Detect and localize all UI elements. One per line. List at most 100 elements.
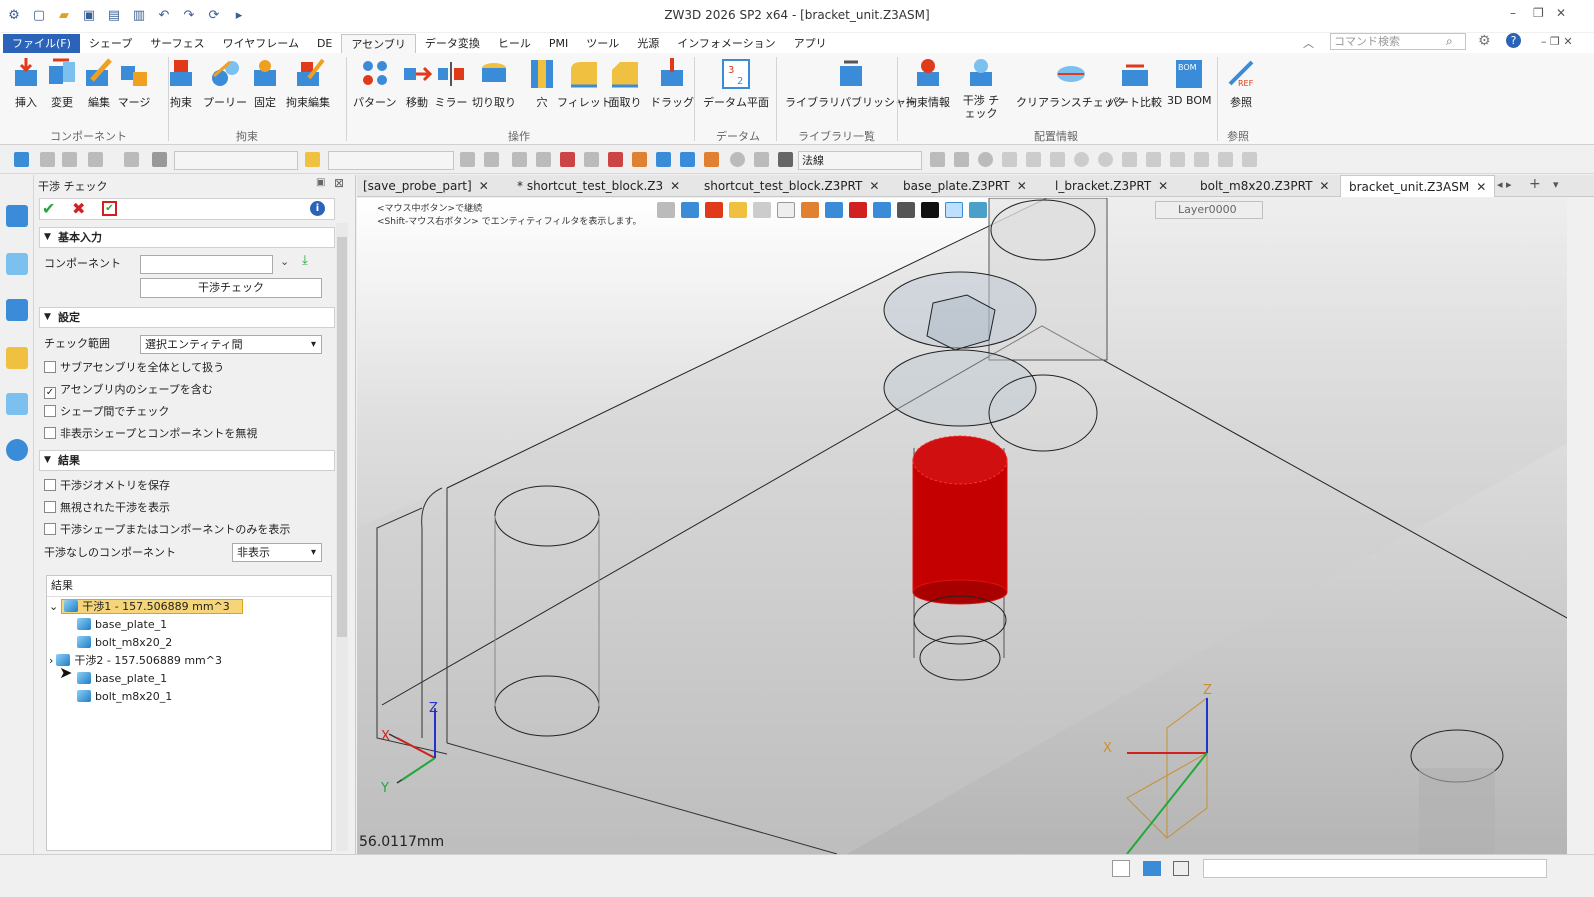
history-manager-icon[interactable] [6,253,28,275]
menu-file[interactable]: ファイル(F) [3,34,80,53]
lasso-icon[interactable] [124,152,139,167]
restore-icon[interactable]: ❐ [1533,6,1544,20]
filter-icon[interactable] [152,152,167,167]
menu-data-convert[interactable]: データ変換 [416,34,489,53]
option-show-only-interfering[interactable]: 干渉シェープまたはコンポーネントのみを表示 [44,521,290,539]
toolbar-icon[interactable] [484,152,499,167]
info-icon[interactable]: i [310,201,325,216]
fillet-button[interactable]: フィレット [557,56,612,110]
checkbox-show-only-interfering[interactable] [44,523,56,535]
results-section[interactable]: 結果 [39,450,335,471]
toolbar-icon[interactable] [1146,152,1161,167]
option-include-shapes[interactable]: ✓ アセンブリ内のシェープを含む [44,381,213,399]
toolbar-icon[interactable] [460,152,475,167]
tab-list-icon[interactable]: ▾ [1553,178,1559,191]
fix-button[interactable]: 固定 [248,56,282,110]
option-ignore-hidden[interactable]: 非表示シェープとコンポーネントを無視 [44,425,257,443]
panel-scrollbar[interactable] [336,223,348,851]
chevron-right-icon[interactable]: › [49,654,53,667]
toolbar-icon[interactable] [1026,152,1041,167]
collapse-ribbon-icon[interactable]: ︿ [1303,35,1314,51]
user-icon[interactable] [6,439,28,461]
view-wire-icon[interactable] [777,202,795,218]
menu-wireframe[interactable]: ワイヤフレーム [214,34,308,53]
view-fit-icon[interactable] [825,202,843,218]
view-box-icon[interactable] [753,202,771,218]
apply-icon[interactable]: ✔ [102,201,117,216]
toolbar-icon[interactable] [1170,152,1185,167]
option-save-geometry[interactable]: 干渉ジオメトリを保存 [44,477,170,495]
part-compare-button[interactable]: パート比較 [1107,56,1162,110]
status-display-icon[interactable] [1143,861,1161,876]
remove-icon[interactable] [62,152,77,167]
tab-close-icon[interactable]: ✕ [670,179,680,193]
ok-check-icon[interactable]: ✔ [42,199,55,218]
option-between-shapes[interactable]: シェープ間でチェック [44,403,169,421]
tab-bracket-unit[interactable]: bracket_unit.Z3ASM ✕ [1340,175,1496,197]
interference-check-button[interactable]: 干渉チェック [140,278,322,298]
toolbar-icon[interactable] [512,152,527,167]
minimize-icon[interactable]: – [1510,6,1516,20]
pattern-button[interactable]: パターン [353,56,396,110]
checkbox-between-shapes[interactable] [44,405,56,417]
toolbar-icon[interactable] [608,152,623,167]
checkbox-show-ignored[interactable] [44,501,56,513]
modify-button[interactable]: 変更 [45,56,79,110]
insert-button[interactable]: 挿入 [9,56,43,110]
menu-de[interactable]: DE [308,34,341,53]
toolbar-icon[interactable] [656,152,671,167]
panel-close-icon[interactable]: ⊠ [334,176,344,190]
layer-select[interactable]: Layer0000 [1155,201,1263,219]
tree-icon[interactable] [6,299,28,321]
tree-row-interference-2[interactable]: › 干渉2 - 157.506889 mm^3 [49,652,222,670]
tab-shortcut-test-block-z3[interactable]: * shortcut_test_block.Z3 ✕ [517,175,680,197]
edit-button[interactable]: 編集 [82,56,116,110]
move-button[interactable]: 移動 [400,56,434,110]
settings-gear-icon[interactable]: ⚙ [1478,33,1491,49]
toolbar-icon[interactable] [536,152,551,167]
mirror-button[interactable]: ミラー [434,56,468,110]
basic-input-section[interactable]: 基本入力 [39,227,335,248]
edit-constraint-button[interactable]: 拘束編集 [286,56,330,110]
help-icon[interactable]: ? [1506,33,1521,48]
cut-button[interactable]: 切り取り [472,56,516,110]
pick-combo[interactable] [328,151,454,170]
image-icon[interactable] [6,393,28,415]
chevron-down-icon[interactable]: ⌄ [49,600,58,613]
cancel-x-icon[interactable]: ✖ [72,199,85,218]
menu-assembly[interactable]: アセンブリ [341,34,416,53]
component-input[interactable] [140,255,273,274]
checkbox-save-geometry[interactable] [44,479,56,491]
pulley-button[interactable]: プーリー [203,56,247,110]
view-color-icon[interactable] [921,202,939,218]
tree-row-base-plate-1[interactable]: base_plate_1 [77,616,167,634]
tab-base-plate[interactable]: base_plate.Z3PRT ✕ [903,175,1027,197]
menu-apps[interactable]: アプリ [785,34,836,53]
merge-button[interactable]: マージ [117,56,151,110]
toolbar-icon[interactable] [1050,152,1065,167]
new-tab-plus-icon[interactable]: + [1529,176,1541,192]
drag-button[interactable]: ドラッグ [650,56,694,110]
view-zoom-icon[interactable] [873,202,891,218]
settings-section[interactable]: 設定 [39,307,335,328]
tab-l-bracket[interactable]: l_bracket.Z3PRT ✕ [1055,175,1168,197]
toolbar-icon[interactable] [730,152,745,167]
tree-row-base-plate-1b[interactable]: base_plate_1 [77,670,167,688]
view-orient-icon[interactable] [681,202,699,218]
menu-information[interactable]: インフォメーション [668,34,784,53]
3d-viewport[interactable]: X Y Z X Z <マウス中ボタン>で継続 <Shift-マウス右ボタン> で… [357,198,1567,854]
box-select-icon[interactable] [88,152,103,167]
toolbar-icon[interactable] [1122,152,1137,167]
part-icon[interactable] [6,347,28,369]
tab-save-probe-part[interactable]: [save_probe_part] ✕ [363,175,489,197]
tab-scroll-icon[interactable]: ◂ ▸ [1497,178,1512,191]
ribbon-minimize-icon[interactable]: – ❐ ✕ [1541,35,1573,48]
checkbox-ignore-hidden[interactable] [44,427,56,439]
stop-icon[interactable] [778,152,793,167]
checkbox-include-shapes[interactable]: ✓ [44,387,56,399]
menu-heal[interactable]: ヒール [489,34,540,53]
hole-button[interactable]: 穴 [525,56,559,110]
toolbar-icon[interactable] [1098,152,1113,167]
status-command-input[interactable] [1203,859,1547,878]
option-show-ignored[interactable]: 無視された干渉を表示 [44,499,170,517]
